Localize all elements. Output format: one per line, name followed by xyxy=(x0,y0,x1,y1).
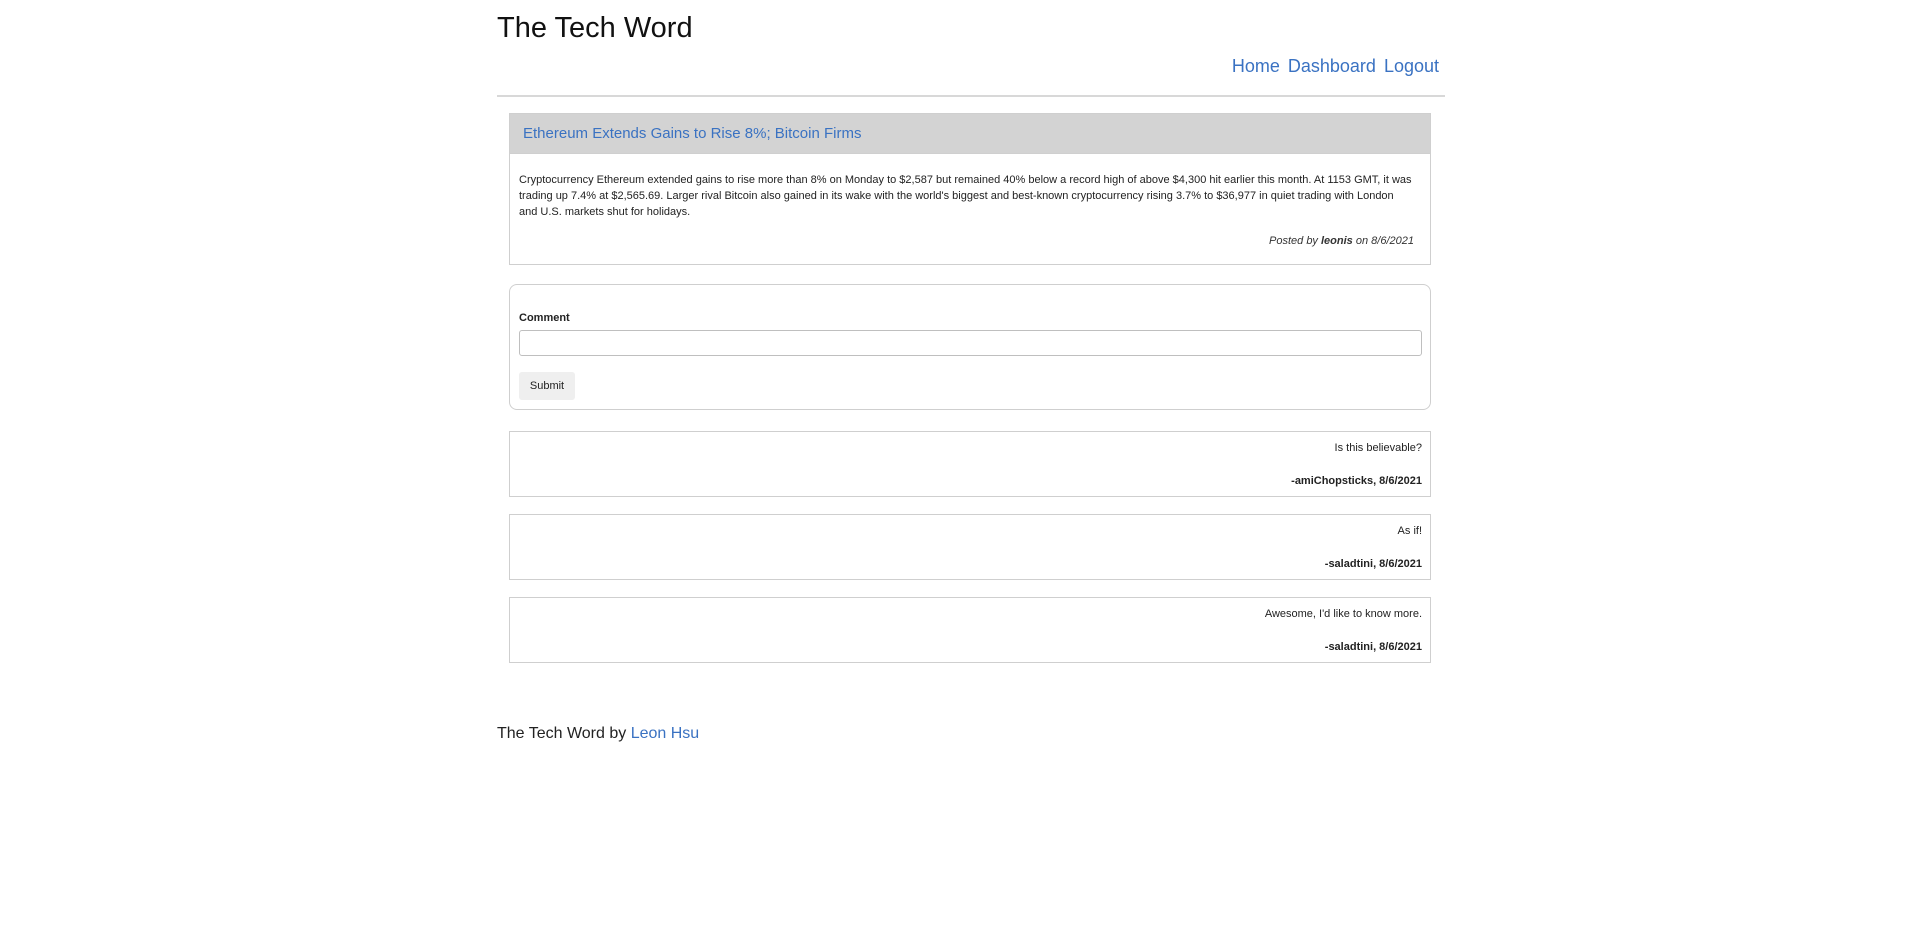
comment-input[interactable] xyxy=(519,330,1422,356)
comment-form: Comment Submit xyxy=(509,284,1431,410)
comment-meta: -amiChopsticks, 8/6/2021 xyxy=(1291,475,1422,487)
site-title: The Tech Word xyxy=(497,12,693,44)
comment-card: As if! -saladtini, 8/6/2021 xyxy=(509,514,1431,580)
header-divider xyxy=(497,95,1445,97)
nav-logout-link[interactable]: Logout xyxy=(1384,56,1439,77)
nav-dashboard-link[interactable]: Dashboard xyxy=(1288,56,1376,77)
post-on-word: on xyxy=(1355,235,1369,247)
post-author: leonis xyxy=(1321,235,1353,247)
comment-text: Is this believable? xyxy=(1334,442,1422,454)
posted-by-prefix: Posted by xyxy=(1269,235,1318,247)
comment-meta: -saladtini, 8/6/2021 xyxy=(1324,641,1422,653)
submit-button[interactable]: Submit xyxy=(519,372,575,400)
comment-text: Awesome, I'd like to know more. xyxy=(1264,608,1422,620)
comment-text: As if! xyxy=(1397,525,1422,537)
footer-author-link[interactable]: Leon Hsu xyxy=(631,725,700,742)
comment-meta: -saladtini, 8/6/2021 xyxy=(1324,558,1422,570)
post-card: Ethereum Extends Gains to Rise 8%; Bitco… xyxy=(509,113,1431,265)
post-header: Ethereum Extends Gains to Rise 8%; Bitco… xyxy=(510,114,1430,154)
post-title-link[interactable]: Ethereum Extends Gains to Rise 8%; Bitco… xyxy=(523,125,861,142)
main-nav: Home Dashboard Logout xyxy=(1232,56,1439,77)
post-body: Cryptocurrency Ethereum extended gains t… xyxy=(519,174,1412,218)
comment-card: Is this believable? -amiChopsticks, 8/6/… xyxy=(509,431,1431,497)
nav-home-link[interactable]: Home xyxy=(1232,56,1280,77)
comment-card: Awesome, I'd like to know more. -saladti… xyxy=(509,597,1431,663)
post-meta: Posted by leonis on 8/6/2021 xyxy=(1269,235,1414,247)
comment-label: Comment xyxy=(519,312,570,324)
post-date: 8/6/2021 xyxy=(1371,235,1414,247)
footer-text: The Tech Word by xyxy=(497,725,627,742)
footer: The Tech Word by Leon Hsu xyxy=(497,725,699,743)
